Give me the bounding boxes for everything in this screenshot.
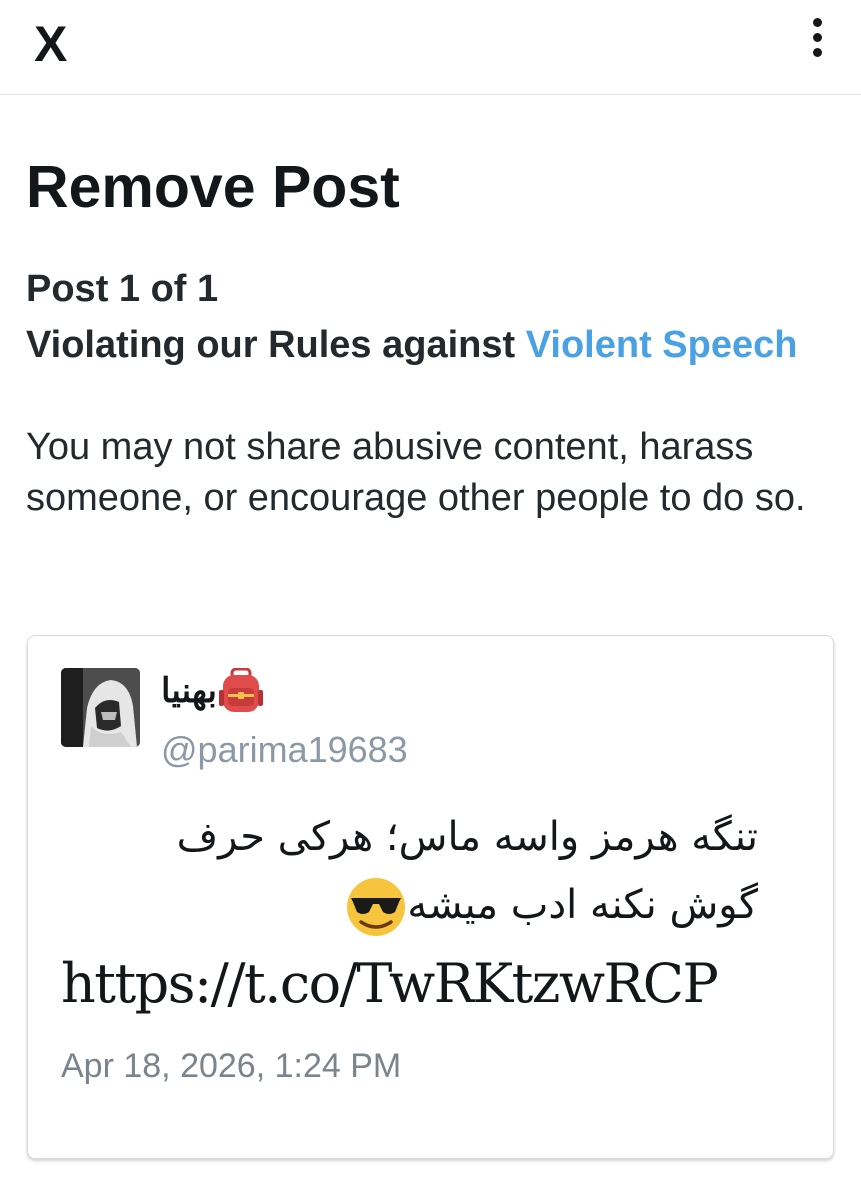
display-name[interactable]: بهنیا: [161, 664, 264, 718]
post-text-line-2: گوش نکنه ادب میشه: [407, 882, 758, 928]
more-options-button[interactable]: [797, 16, 837, 60]
top-bar: X: [0, 0, 861, 95]
avatar-image: [61, 668, 140, 747]
post-card: بهنیا @parima19683 تنگه هرمز واسه ماس؛ ه…: [27, 635, 834, 1159]
user-handle[interactable]: @parima19683: [161, 728, 408, 772]
close-icon: X: [34, 16, 68, 72]
post-count: Post 1 of 1: [26, 268, 219, 310]
rule-description: You may not share abusive content, haras…: [26, 426, 806, 519]
close-button[interactable]: X: [26, 14, 82, 72]
page-title: Remove Post: [26, 154, 400, 220]
violation-prefix: Violating our Rules against: [26, 324, 516, 366]
post-text-line-1: تنگه هرمز واسه ماس؛ هرکی حرف: [176, 814, 758, 860]
post-timestamp: Apr 18, 2026, 1:24 PM: [61, 1047, 402, 1085]
backpack-icon: [219, 668, 264, 712]
post-link[interactable]: https://t.co/TwRKtzwRCP: [61, 948, 719, 1020]
post-text: تنگه هرمز واسه ماس؛ هرکی حرف گوش نکنه اد…: [58, 803, 758, 939]
violent-speech-link[interactable]: Violent Speech: [526, 324, 798, 366]
avatar[interactable]: [61, 668, 140, 747]
more-vertical-icon: [813, 18, 822, 27]
smiling-face-with-sunglasses-icon: [347, 878, 406, 936]
violation-reason: Violating our Rules against Violent Spee…: [26, 320, 816, 371]
display-name-text: بهنیا: [161, 672, 218, 710]
